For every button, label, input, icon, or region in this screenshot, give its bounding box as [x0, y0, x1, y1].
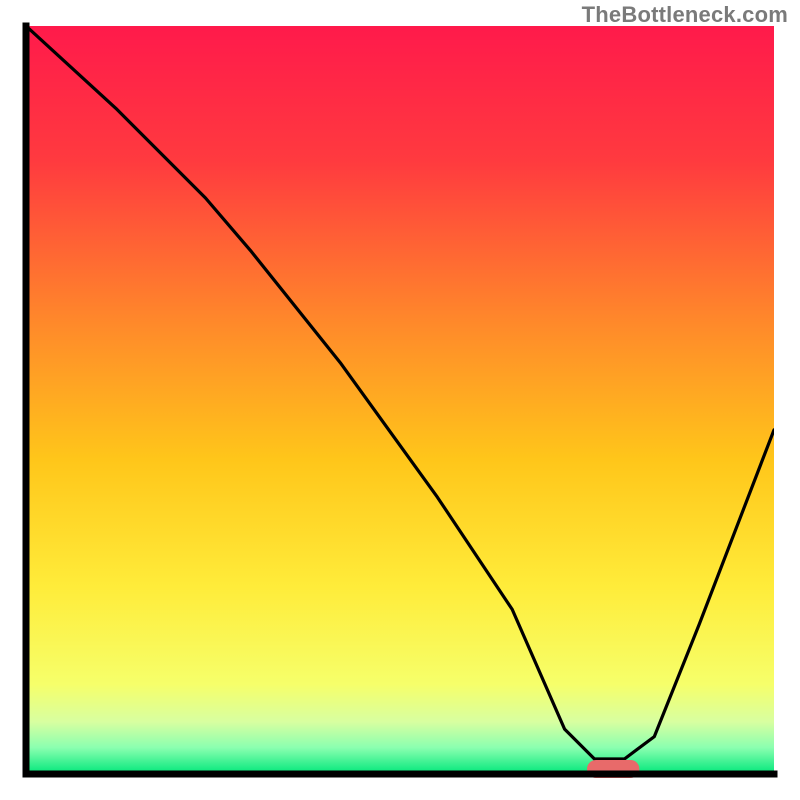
plot-background: [26, 26, 774, 774]
chart-svg: [0, 0, 800, 800]
watermark-text: TheBottleneck.com: [582, 2, 788, 28]
bottleneck-chart: TheBottleneck.com: [0, 0, 800, 800]
